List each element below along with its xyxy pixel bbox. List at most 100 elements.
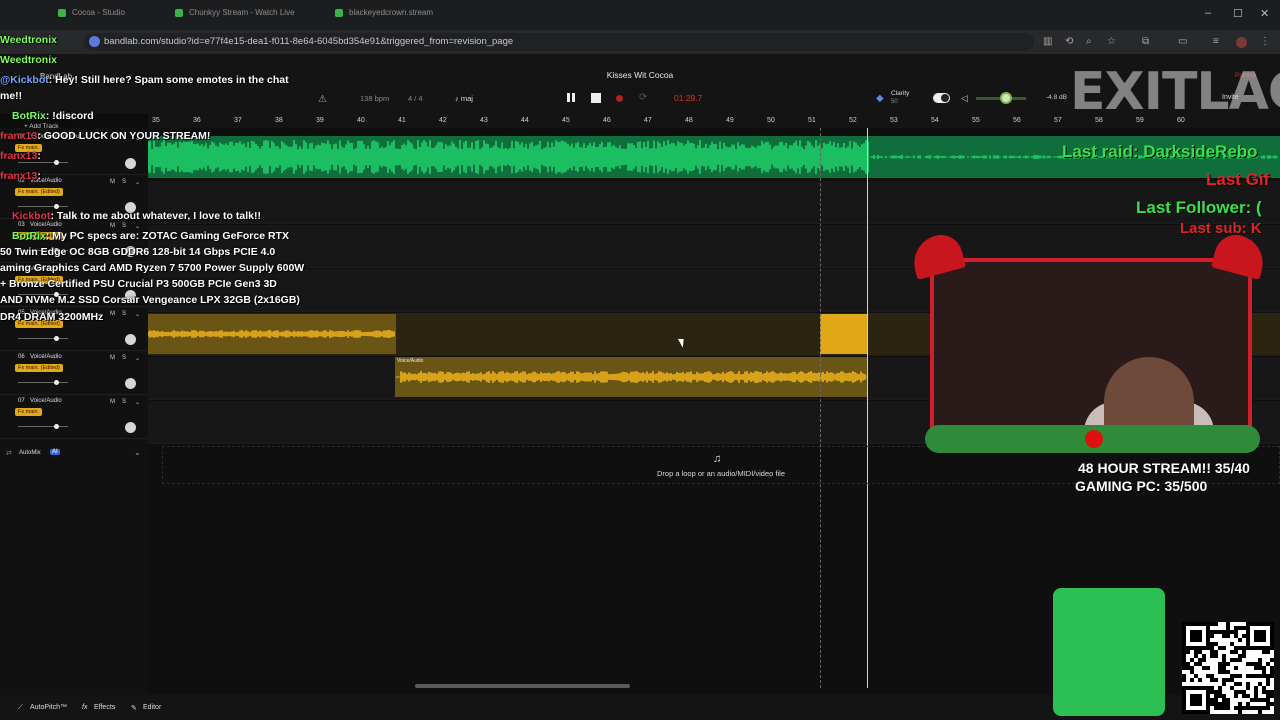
fx-preset-badge[interactable]: Fx main. (Edited)	[15, 188, 63, 196]
ruler-bar-number: 37	[234, 117, 242, 124]
track-pan-knob[interactable]	[125, 334, 136, 345]
browser-tab[interactable]: Cocoa - Studio	[58, 8, 168, 22]
mute-button[interactable]: M	[110, 355, 115, 361]
metronome-icon[interactable]: ⚠	[318, 94, 327, 105]
bpm-field[interactable]: 138 bpm	[360, 94, 389, 103]
chevron-down-icon[interactable]: ⌄	[135, 399, 140, 406]
site-info-icon[interactable]	[89, 36, 100, 47]
ruler-bar-number: 41	[398, 117, 406, 124]
speaker-icon[interactable]: ◁	[961, 93, 968, 104]
ruler-bar-number: 52	[849, 117, 857, 124]
track-name[interactable]: Voice/Audio	[30, 354, 62, 360]
ruler-bar-number: 39	[316, 117, 324, 124]
sidepanel-icon[interactable]: ▥	[1043, 36, 1052, 47]
translate-icon[interactable]: ⟲	[1065, 36, 1073, 47]
track-lane[interactable]	[148, 181, 1280, 224]
track-pan-knob[interactable]	[125, 158, 136, 169]
track-number: 03	[18, 222, 25, 228]
clarity-toggle[interactable]	[933, 93, 950, 103]
horizontal-scrollbar[interactable]	[415, 684, 630, 688]
mute-button[interactable]: M	[110, 223, 115, 229]
profile-avatar[interactable]	[1236, 37, 1247, 48]
browser-tab[interactable]: blackeyedcrown.stream	[335, 8, 445, 22]
audio-clip[interactable]: Voice/Audio	[395, 357, 868, 397]
track-name[interactable]: Voice/Audio	[30, 398, 62, 404]
close-icon[interactable]: ✕	[1260, 7, 1269, 20]
menu-icon[interactable]: ≡	[1213, 36, 1219, 47]
track-volume-slider[interactable]	[18, 424, 68, 429]
minimize-icon[interactable]: –	[1205, 7, 1211, 19]
mute-button[interactable]: M	[110, 311, 115, 317]
maximize-icon[interactable]: ☐	[1233, 7, 1243, 20]
chat-username: franx13	[0, 130, 38, 142]
url-field[interactable]: bandlab.com/studio?id=e77f4e15-dea1-f011…	[84, 33, 1034, 51]
waveform	[395, 371, 868, 383]
chat-message: franx13:	[0, 150, 41, 162]
chat-text: : GOOD LUCK ON YOUR STREAM!	[37, 130, 211, 142]
autopitch-button[interactable]: AutoPitch™	[30, 704, 67, 711]
chat-message: aming Graphics Card AMD Ryzen 7 5700 Pow…	[0, 262, 304, 274]
exitlag-logo: EXITLAG	[1070, 62, 1280, 122]
automix-row[interactable]: ⇄ AutoMix AI ⌄	[0, 446, 148, 462]
chevron-down-icon[interactable]: ⌄	[135, 223, 140, 230]
track-pan-knob[interactable]	[125, 422, 136, 433]
stream-goal-text: 48 HOUR STREAM!! 35/40	[1078, 460, 1250, 476]
extensions-icon[interactable]: ⧉	[1142, 36, 1149, 47]
record-button[interactable]	[616, 95, 623, 102]
mute-button[interactable]: M	[110, 399, 115, 405]
audio-clip[interactable]	[148, 314, 396, 354]
autopitch-icon: ⟋	[18, 704, 23, 711]
chevron-down-icon[interactable]: ⌄	[135, 311, 140, 318]
audio-clip[interactable]	[820, 314, 868, 354]
chat-message: Weedtronix	[0, 34, 57, 46]
mute-button[interactable]: M	[110, 179, 115, 185]
track-volume-slider[interactable]	[18, 380, 68, 385]
playhead[interactable]	[867, 128, 868, 688]
cast-icon[interactable]: ▭	[1178, 36, 1187, 47]
track-name[interactable]: Voice/Audio	[30, 222, 62, 228]
solo-button[interactable]: S	[122, 179, 126, 185]
solo-button[interactable]: S	[122, 355, 126, 361]
loop-marker	[820, 128, 821, 688]
chat-message: BotRix: My PC specs are: ZOTAC Gaming Ge…	[12, 230, 289, 242]
song-title[interactable]: Kisses Wit Cocoa	[560, 70, 720, 80]
master-volume-knob[interactable]	[1000, 92, 1012, 104]
effects-icon: fx	[82, 704, 88, 711]
chevron-down-icon[interactable]: ⌄	[135, 355, 140, 362]
solo-button[interactable]: S	[122, 399, 126, 405]
track-number: 07	[18, 398, 25, 404]
key-selector[interactable]: ♪ maj	[455, 94, 473, 103]
track-header[interactable]: 06 Voice/Audio Fx main. (Edited) M S ⌄	[0, 352, 148, 395]
track-volume-slider[interactable]	[18, 336, 68, 341]
fx-preset-badge[interactable]: Fx main. (Edited)	[15, 364, 63, 372]
track-volume-slider[interactable]	[18, 160, 68, 165]
chat-message: Kickbot: Talk to me about whatever, I lo…	[12, 210, 261, 222]
ruler-bar-number: 55	[972, 117, 980, 124]
track-pan-knob[interactable]	[125, 378, 136, 389]
bpm-value: 138	[360, 94, 373, 103]
zoom-icon[interactable]: ⌕	[1086, 36, 1092, 47]
more-icon[interactable]: ⋮	[1260, 36, 1270, 47]
solo-button[interactable]: S	[122, 311, 126, 317]
bookmark-star-icon[interactable]: ☆	[1107, 36, 1116, 47]
track-number: 06	[18, 354, 25, 360]
browser-tab[interactable]: Chunkyy Stream - Watch Live	[175, 8, 325, 22]
browser-tabstrip: Cocoa - Studio Chunkyy Stream - Watch Li…	[0, 0, 1280, 30]
stop-button[interactable]	[591, 93, 601, 103]
editor-button[interactable]: Editor	[143, 704, 161, 711]
loop-icon[interactable]: ⟳	[639, 92, 647, 103]
chat-username: BotRix	[12, 110, 46, 122]
effects-button[interactable]: Effects	[94, 704, 115, 711]
ruler-bar-number: 53	[890, 117, 898, 124]
fx-preset-badge[interactable]: Fx main.	[15, 408, 43, 416]
track-header[interactable]: 07 Voice/Audio Fx main. M S ⌄	[0, 396, 148, 439]
chat-text: : My PC specs are: ZOTAC Gaming GeForce …	[45, 230, 289, 242]
chat-username: BotRix	[12, 230, 46, 242]
solo-button[interactable]: S	[122, 223, 126, 229]
chevron-down-icon[interactable]: ⌄	[134, 448, 141, 457]
time-signature[interactable]: 4 / 4	[408, 94, 423, 103]
pause-button[interactable]	[565, 91, 577, 104]
ruler-bar-number: 46	[603, 117, 611, 124]
chevron-down-icon[interactable]: ⌄	[135, 179, 140, 186]
track-volume-slider[interactable]	[18, 204, 68, 209]
